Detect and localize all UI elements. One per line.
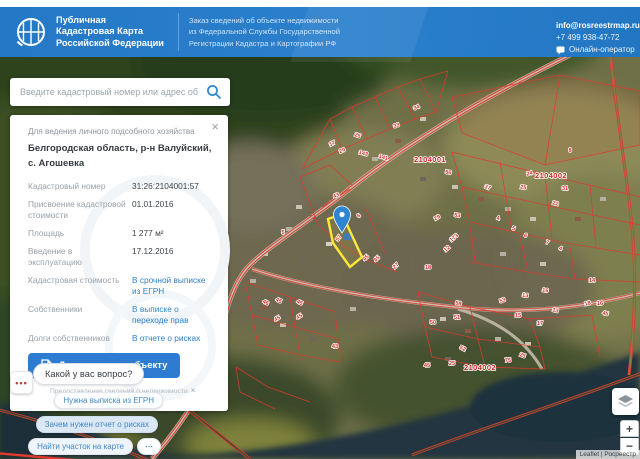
attribute-row: Собственники В выписке о переходе прав	[28, 304, 214, 326]
chat-pill-egrn-extract[interactable]: Нужна выписка из ЕГРН	[54, 392, 163, 409]
brand-title: Публичная Кадастровая Карта Российской Ф…	[56, 14, 164, 48]
svg-text:16: 16	[597, 301, 603, 307]
svg-text:75: 75	[505, 358, 511, 364]
attribute-row: Кадастровая стоимость В срочной выписке …	[28, 275, 214, 297]
owners-link[interactable]: В выписке о переходе прав	[132, 304, 214, 326]
svg-text:31: 31	[562, 186, 568, 192]
svg-text:56: 56	[445, 170, 452, 177]
contact-phone[interactable]: +7 499 938-47-72	[556, 32, 640, 44]
object-address: Белгородская область, р-н Валуйский, с. …	[28, 143, 212, 169]
layers-button[interactable]	[612, 388, 639, 415]
chat-bubble-icon	[556, 46, 565, 54]
search-bar	[10, 78, 230, 106]
area-value: 1 277 м²	[132, 228, 164, 238]
land-usage-text: Для ведения личного подсобного хозяйства	[28, 127, 195, 136]
svg-text:45: 45	[424, 363, 430, 369]
chat-widget-avatar[interactable]: •••	[10, 371, 33, 394]
chat-pill-risk-report[interactable]: Зачем нужен отчет о рисках	[35, 416, 158, 433]
svg-text:5: 5	[281, 230, 284, 236]
chat-dots-icon: •••	[15, 377, 28, 388]
svg-text:14: 14	[589, 278, 596, 284]
object-attributes: Кадастровый номер 31:26:2104001:57 Присв…	[28, 181, 214, 344]
header-decor-band	[290, 2, 430, 62]
brand[interactable]: Публичная Кадастровая Карта Российской Ф…	[14, 15, 164, 50]
svg-text:2104002: 2104002	[535, 171, 567, 180]
svg-text:15: 15	[515, 313, 521, 319]
svg-text:16: 16	[542, 288, 549, 295]
attribute-row: Площадь 1 277 м²	[28, 228, 214, 239]
search-input[interactable]	[10, 78, 230, 106]
svg-text:25: 25	[520, 185, 527, 192]
header-contact: info@rosreestrmap.ru +7 499 938-47-72 Он…	[556, 20, 640, 56]
app-header: Публичная Кадастровая Карта Российской Ф…	[0, 2, 640, 62]
contact-email-link[interactable]: info@rosreestrmap.ru	[556, 20, 640, 32]
pkk-app: 2104001 2104002 2104002 17 25 20 143 141 33 34 56 8…	[0, 0, 640, 459]
svg-text:17: 17	[537, 321, 543, 327]
svg-text:43: 43	[332, 344, 338, 350]
svg-text:13: 13	[522, 293, 529, 300]
svg-text:25: 25	[449, 361, 455, 367]
close-icon[interactable]: ×	[211, 119, 219, 134]
chat-pill-find-parcel[interactable]: Найти участок на карте	[28, 438, 133, 455]
svg-text:53: 53	[454, 213, 461, 220]
online-operator-link[interactable]: Онлайн-оператор	[556, 44, 640, 56]
attribute-row: Присвоение кадастровой стоимости 01.01.2…	[28, 199, 174, 220]
attribute-row: Кадастровый номер 31:26:2104001:57	[28, 181, 214, 192]
map-attribution[interactable]: Leaflet | Росреестр	[575, 450, 640, 459]
cadastral-number-value: 31:26:2104001:57	[132, 181, 199, 191]
cadastral-cost-link[interactable]: В срочной выписке из ЕГРН	[132, 275, 214, 297]
note-close-icon[interactable]: ×	[191, 387, 196, 395]
svg-text:2104002: 2104002	[464, 363, 496, 372]
chat-pill-more[interactable]: ⋯	[137, 438, 161, 455]
chat-question-bubble: Какой у вас вопрос?	[33, 363, 145, 385]
svg-text:8: 8	[568, 148, 571, 154]
search-icon[interactable]	[206, 84, 222, 100]
header-divider	[177, 13, 179, 51]
zoom-in-button[interactable]: +	[620, 420, 639, 437]
attribute-row: Введение в эксплуатацию 17.12.2016	[28, 246, 174, 267]
svg-text:50: 50	[430, 320, 436, 326]
attribute-row: Долги собственников В отчете о рисках	[28, 333, 214, 344]
svg-text:18: 18	[425, 265, 431, 271]
owner-debts-link[interactable]: В отчете о рисках	[132, 333, 214, 344]
svg-text:51: 51	[454, 315, 460, 321]
svg-text:2104001: 2104001	[414, 155, 446, 164]
rosreestr-logo-icon	[16, 18, 45, 47]
layers-icon	[618, 394, 633, 407]
